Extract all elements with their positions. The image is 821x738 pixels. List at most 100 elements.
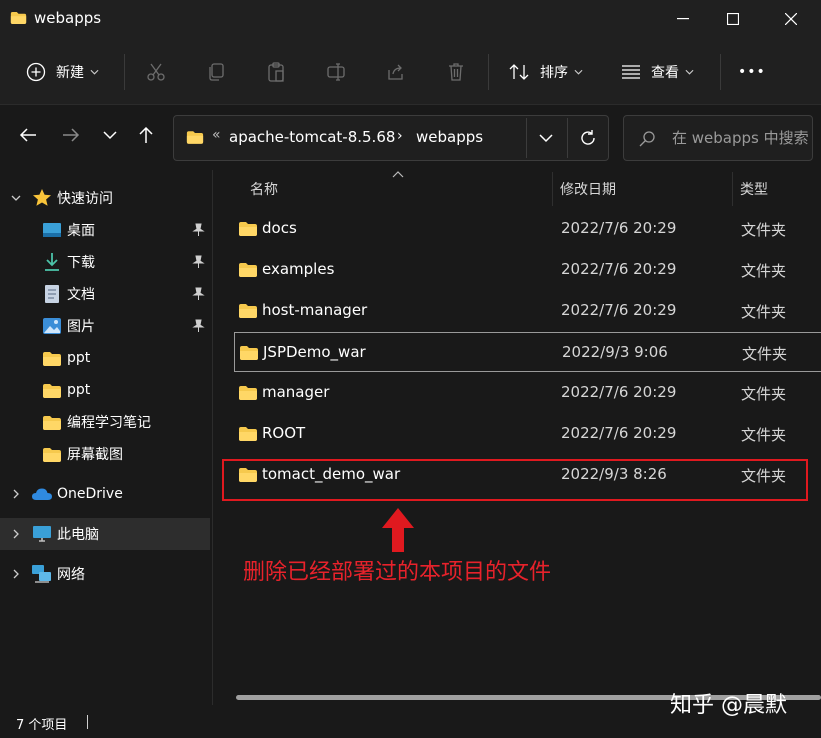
toolbar-divider (720, 54, 721, 90)
sidebar-item-desktop[interactable]: 桌面 (0, 214, 210, 246)
column-header-date[interactable]: 修改日期 (560, 179, 616, 199)
breadcrumb-webapps[interactable]: webapps (416, 128, 483, 146)
document-icon (45, 285, 59, 303)
file-date: 2022/7/6 20:29 (561, 383, 677, 401)
copy-icon[interactable] (206, 62, 226, 82)
breadcrumb-overflow[interactable]: « (212, 127, 221, 143)
file-row-root[interactable]: ROOT 2022/7/6 20:29 文件夹 (234, 414, 821, 454)
address-bar[interactable]: « apache-tomcat-8.5.68 › webapps (173, 115, 609, 161)
chevron-down-icon (539, 133, 553, 142)
file-date: 2022/7/6 20:29 (561, 219, 677, 237)
sidebar-item-quick-access[interactable]: 快速访问 (0, 182, 210, 214)
new-label: 新建 (56, 65, 84, 81)
sidebar-item-pictures[interactable]: 图片 (0, 310, 210, 342)
folder-icon (43, 448, 61, 462)
chevron-right-icon (13, 569, 19, 579)
view-label: 查看 (651, 65, 679, 81)
file-row-docs[interactable]: docs 2022/7/6 20:29 文件夹 (234, 209, 821, 249)
sidebar-item-downloads[interactable]: 下载 (0, 246, 210, 278)
navigation-pane: 快速访问 桌面 下载 文档 图片 ppt ppt 编程学习笔记 屏幕截图 One… (0, 170, 212, 705)
desktop-icon (43, 223, 61, 237)
file-name: manager (262, 383, 330, 401)
sidebar-item-documents[interactable]: 文档 (0, 278, 210, 310)
sidebar-item-label: 下载 (67, 255, 95, 271)
folder-icon (43, 352, 61, 366)
folder-icon (239, 304, 257, 318)
file-date: 2022/7/6 20:29 (561, 424, 677, 442)
refresh-button[interactable] (567, 118, 608, 158)
share-icon[interactable] (386, 62, 406, 82)
address-dropdown-button[interactable] (526, 118, 565, 158)
file-name: docs (262, 219, 297, 237)
column-divider[interactable] (552, 172, 553, 206)
file-row-manager[interactable]: manager 2022/7/6 20:29 文件夹 (234, 373, 821, 413)
folder-icon (10, 12, 27, 24)
search-box[interactable] (623, 115, 813, 161)
column-header-name[interactable]: 名称 (250, 179, 278, 199)
sidebar-item-this-pc[interactable]: 此电脑 (0, 518, 210, 550)
up-button[interactable] (134, 123, 158, 147)
refresh-icon (581, 130, 595, 145)
sidebar-item-onedrive[interactable]: OneDrive (0, 478, 210, 510)
annotation-highlight-box (222, 459, 808, 501)
delete-icon[interactable] (446, 62, 466, 82)
breadcrumb-separator[interactable]: › (397, 128, 403, 144)
view-button[interactable]: 查看 (621, 40, 694, 104)
pin-icon (192, 319, 205, 332)
sort-icon (509, 64, 529, 80)
window-title: webapps (34, 9, 102, 27)
network-icon (32, 565, 51, 583)
chevron-right-icon (13, 529, 19, 539)
search-icon (639, 131, 655, 147)
more-icon: ••• (738, 64, 766, 80)
minimize-button[interactable] (660, 0, 706, 38)
new-button[interactable]: 新建 (26, 40, 99, 104)
folder-icon (239, 263, 257, 277)
maximize-button[interactable] (710, 0, 756, 38)
folder-icon (43, 416, 61, 430)
file-row-jspdemo-war[interactable]: JSPDemo_war 2022/9/3 9:06 文件夹 (234, 332, 821, 372)
command-bar: 新建 排序 查看 ••• (0, 40, 821, 105)
sidebar-item-ppt[interactable]: ppt (0, 374, 210, 406)
sort-ascending-icon (392, 171, 404, 178)
pin-icon (192, 287, 205, 300)
recent-locations-button[interactable] (98, 123, 122, 147)
sort-button[interactable]: 排序 (508, 40, 583, 104)
watermark-text: 知乎 @晨默 (670, 693, 787, 718)
navigation-bar: « apache-tomcat-8.5.68 › webapps (0, 105, 821, 169)
file-row-examples[interactable]: examples 2022/7/6 20:29 文件夹 (234, 250, 821, 290)
sidebar-item-screenshots[interactable]: 屏幕截图 (0, 438, 210, 470)
rename-icon[interactable] (326, 62, 346, 82)
file-name: examples (262, 260, 335, 278)
close-button[interactable] (768, 0, 814, 38)
folder-icon (239, 222, 257, 236)
sidebar-item-label: 网络 (57, 567, 85, 583)
cloud-icon (32, 488, 52, 500)
plus-circle-icon (26, 62, 46, 82)
cut-icon[interactable] (146, 62, 166, 82)
breadcrumb-apache-tomcat[interactable]: apache-tomcat-8.5.68 (229, 128, 395, 146)
back-button[interactable] (16, 123, 40, 147)
computer-icon (33, 526, 51, 542)
file-type: 文件夹 (741, 426, 787, 444)
column-header-type[interactable]: 类型 (740, 179, 768, 199)
pane-divider[interactable] (212, 170, 213, 705)
file-type: 文件夹 (741, 385, 787, 403)
sidebar-item-label: 文档 (67, 287, 95, 303)
chevron-down-icon (574, 69, 583, 75)
forward-button[interactable] (59, 123, 83, 147)
more-options-button[interactable]: ••• (738, 40, 766, 104)
sidebar-item-network[interactable]: 网络 (0, 558, 210, 590)
item-count: 7 个项目 (16, 718, 68, 733)
column-divider[interactable] (732, 172, 733, 206)
file-date: 2022/9/3 9:06 (562, 343, 668, 361)
close-icon (785, 13, 797, 25)
file-row-host-manager[interactable]: host-manager 2022/7/6 20:29 文件夹 (234, 291, 821, 331)
sidebar-item-label: ppt (67, 350, 91, 366)
sidebar-item-programming-notes[interactable]: 编程学习笔记 (0, 406, 210, 438)
search-input[interactable] (672, 126, 812, 150)
download-icon (45, 253, 59, 271)
arrow-left-icon (19, 128, 36, 142)
sidebar-item-ppt[interactable]: ppt (0, 342, 210, 374)
paste-icon[interactable] (266, 62, 286, 82)
